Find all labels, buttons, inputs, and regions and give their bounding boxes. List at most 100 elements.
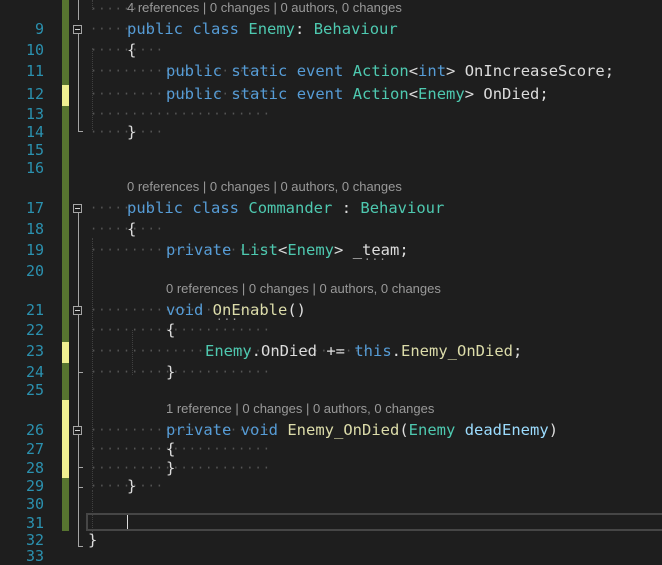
punctuation: < (278, 241, 288, 259)
class-name: Enemy (248, 20, 296, 38)
type-name: Enemy (287, 241, 335, 259)
codelens-enemy-class[interactable]: 4 references | 0 changes | 0 authors, 0 … (127, 0, 402, 16)
whitespace-marker: ······················ (90, 442, 271, 456)
line-number: 24 (25, 363, 44, 381)
line-number: 9 (34, 20, 44, 38)
current-line-highlight[interactable] (86, 513, 662, 531)
keyword: static (231, 85, 288, 103)
code-line-26[interactable]: private void Enemy_OnDied(Enemy deadEnem… (166, 421, 558, 439)
keyword: public (166, 62, 222, 80)
parameter-name: deadEnemy (464, 421, 549, 439)
collapse-enemy-ondied-icon[interactable] (73, 426, 82, 435)
fold-guide (78, 0, 79, 20)
line-number: 25 (25, 381, 44, 399)
collapse-enemy-class-icon[interactable] (73, 25, 82, 34)
line-number: 21 (25, 301, 44, 319)
keyword: public (127, 199, 183, 217)
code-line-11[interactable]: public static event Action<int> OnIncrea… (166, 62, 614, 80)
code-line-9[interactable]: public class Enemy: Behaviour (127, 20, 398, 38)
method-name: Enemy_OnDied (401, 342, 513, 360)
base-type: Behaviour (313, 20, 398, 38)
keyword: event (296, 62, 344, 80)
type-name: Action (352, 62, 409, 80)
type-name: Enemy (205, 342, 252, 360)
fold-guide (78, 34, 79, 131)
type-name: Action (352, 85, 409, 103)
keyword: private (166, 421, 232, 439)
line-number: 13 (25, 105, 44, 123)
fold-end (78, 487, 83, 488)
keyword: public (166, 85, 222, 103)
collapse-onenable-icon[interactable] (73, 306, 82, 315)
suggestion-dots-icon[interactable]: ··· (364, 254, 387, 265)
code-line-18[interactable]: { (127, 220, 136, 238)
saved-change-marker (62, 106, 69, 342)
fold-end (78, 131, 83, 132)
line-number: 26 (25, 421, 44, 439)
type-name: Enemy (408, 421, 456, 439)
suggestion-dots-icon[interactable]: ··· (216, 314, 239, 325)
code-line-27[interactable]: { (166, 440, 175, 458)
saved-change-marker (62, 363, 69, 400)
punctuation: > (464, 85, 475, 103)
punctuation: < (408, 85, 419, 103)
code-line-17[interactable]: public class Commander : Behaviour (127, 199, 444, 217)
line-number: 22 (25, 321, 44, 339)
code-line-23[interactable]: Enemy.OnDied += this.Enemy_OnDied; (205, 342, 522, 360)
keyword: class (192, 199, 240, 217)
code-line-10[interactable]: { (127, 41, 136, 59)
punctuation: ; (513, 342, 523, 360)
unsaved-change-marker (62, 85, 69, 106)
whitespace-marker: ······················ (90, 365, 271, 379)
method-name: Enemy_OnDied (287, 421, 400, 439)
punctuation: () (287, 301, 306, 319)
type-name: Enemy (418, 85, 465, 103)
keyword: public (127, 20, 183, 38)
codelens-onenable[interactable]: 0 references | 0 changes | 0 authors, 0 … (166, 281, 441, 297)
keyword: private (166, 241, 232, 259)
identifier: OnIncreaseScore; (455, 62, 615, 80)
keyword: void (240, 421, 278, 439)
identifier: OnDied (261, 342, 318, 360)
keyword: int (418, 62, 447, 80)
codelens-enemy-ondied[interactable]: 1 reference | 0 changes | 0 authors, 0 c… (166, 401, 434, 417)
whitespace-marker: ······················ (90, 107, 271, 121)
punctuation: . (391, 342, 402, 360)
keyword: class (192, 20, 240, 38)
keyword: static (231, 62, 288, 80)
punctuation: : (332, 199, 361, 217)
line-number: 15 (25, 141, 44, 159)
code-line-14[interactable]: } (127, 123, 136, 141)
line-number: 16 (25, 159, 44, 177)
line-number: 14 (25, 123, 44, 141)
line-number: 20 (25, 262, 44, 280)
code-line-32[interactable]: } (88, 531, 97, 549)
base-type: Behaviour (360, 199, 445, 217)
line-number: 27 (25, 440, 44, 458)
codelens-commander-class[interactable]: 0 references | 0 changes | 0 authors, 0 … (127, 179, 402, 195)
line-number: 29 (25, 477, 44, 495)
code-line-12[interactable]: public static event Action<Enemy> OnDied… (166, 85, 549, 103)
line-number: 19 (25, 241, 44, 259)
line-number: 12 (25, 85, 44, 103)
keyword: this (354, 342, 392, 360)
text-caret (127, 515, 128, 529)
unsaved-change-marker (62, 400, 69, 478)
saved-change-marker (62, 478, 69, 531)
code-line-24[interactable]: } (166, 363, 175, 381)
punctuation: ) (548, 421, 559, 439)
fold-end (78, 467, 83, 468)
whitespace-marker: ······················ (90, 323, 271, 337)
punctuation: : (295, 20, 314, 38)
collapse-commander-class-icon[interactable] (73, 204, 82, 213)
code-line-29[interactable]: } (127, 477, 136, 495)
line-number: 23 (25, 342, 44, 360)
keyword: event (296, 85, 344, 103)
line-number: 17 (25, 199, 44, 217)
punctuation: < (408, 62, 419, 80)
fold-end (78, 372, 83, 373)
line-number: 10 (25, 41, 44, 59)
punctuation: > (446, 62, 456, 80)
code-line-22[interactable]: { (166, 321, 175, 339)
code-line-28[interactable]: } (166, 459, 175, 477)
